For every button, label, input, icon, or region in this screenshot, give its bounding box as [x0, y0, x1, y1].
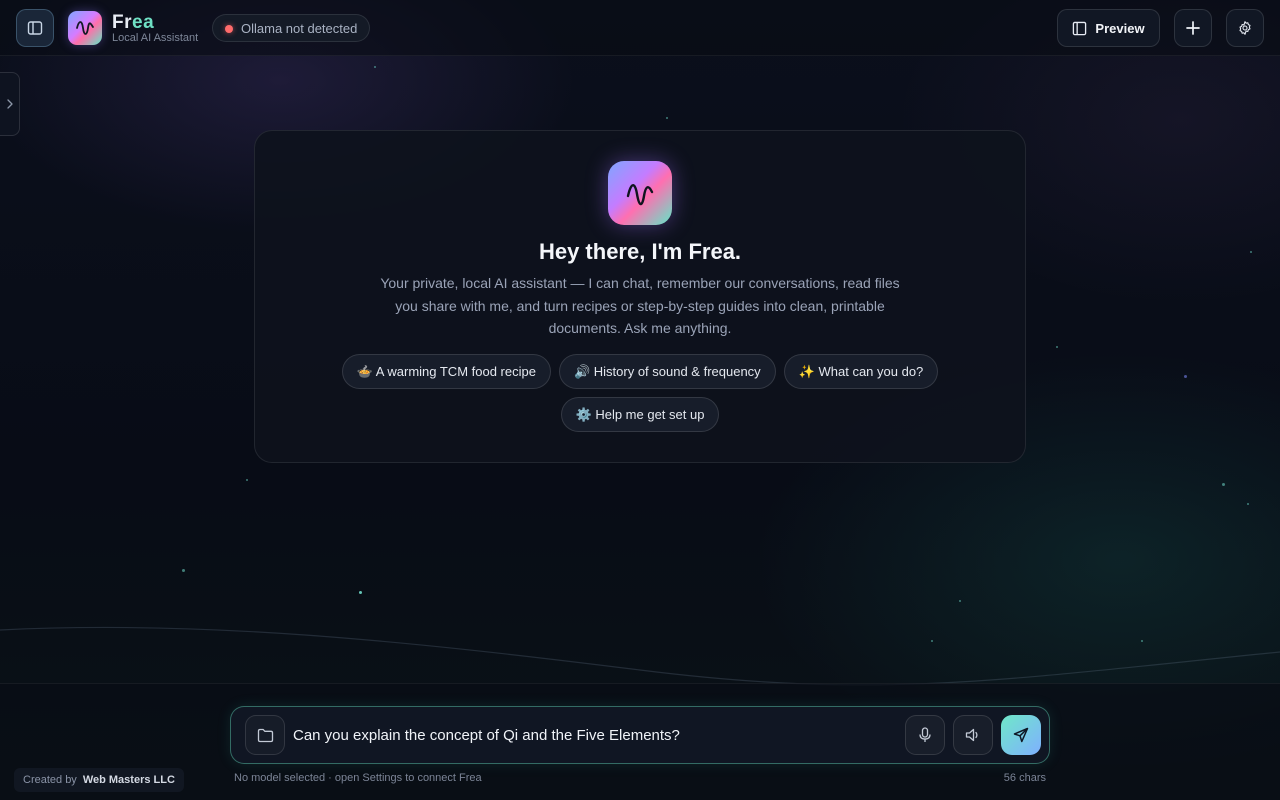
wave-logo-icon	[626, 184, 654, 206]
suggestion-chip-tcm-recipe[interactable]: 🍲 A warming TCM food recipe	[341, 354, 551, 389]
sidebar-toggle-button[interactable]	[16, 9, 54, 47]
suggestion-chip-setup[interactable]: ⚙️ Help me get set up	[560, 397, 720, 432]
expand-panel-tab[interactable]	[0, 72, 20, 136]
star-dot	[374, 66, 376, 68]
preview-button[interactable]: Preview	[1057, 9, 1160, 47]
star-dot	[246, 479, 248, 481]
send-button[interactable]	[1001, 715, 1041, 755]
star-dot	[359, 591, 362, 594]
app-header: Frea Local AI Assistant Ollama not detec…	[0, 0, 1280, 56]
gear-icon	[1239, 21, 1251, 35]
brand-name: Frea	[112, 12, 155, 33]
read-aloud-button[interactable]	[953, 715, 993, 755]
message-composer	[230, 706, 1050, 764]
attach-file-button[interactable]	[245, 715, 285, 755]
plus-icon	[1186, 21, 1200, 35]
welcome-description: Your private, local AI assistant — I can…	[380, 275, 900, 336]
welcome-card: Hey there, I'm Frea. Your private, local…	[254, 130, 1026, 463]
star-dot	[1247, 503, 1249, 505]
ollama-status-badge: Ollama not detected	[212, 14, 371, 42]
star-dot	[1222, 483, 1225, 486]
chevron-right-icon	[6, 99, 13, 109]
star-dot	[1056, 346, 1058, 348]
model-hint: No model selected · open Settings to con…	[234, 772, 482, 784]
char-count: 56 chars	[1003, 772, 1046, 784]
suggestion-chip-capabilities[interactable]: ✨ What can you do?	[783, 354, 939, 389]
speaker-icon	[965, 728, 978, 742]
welcome-title: Hey there, I'm Frea.	[538, 239, 742, 264]
welcome-logo	[608, 161, 672, 225]
status-dot-icon	[225, 25, 233, 33]
star-dot	[666, 117, 668, 119]
folder-icon	[257, 728, 273, 742]
star-dot	[1184, 375, 1187, 378]
mic-icon	[919, 727, 931, 742]
panel-icon	[1073, 21, 1087, 35]
suggestion-row: 🍲 A warming TCM food recipe 🔊 History of…	[255, 354, 1025, 389]
credit-name[interactable]: Web Masters LLC	[83, 774, 175, 786]
credit-badge: Created by Web Masters LLC	[14, 768, 184, 792]
message-input[interactable]	[293, 717, 893, 753]
settings-button[interactable]	[1226, 9, 1264, 47]
app-logo	[68, 11, 102, 45]
new-chat-button[interactable]	[1174, 9, 1212, 47]
preview-label: Preview	[1095, 20, 1145, 36]
wave-logo-icon	[76, 21, 94, 35]
credit-prefix: Created by	[23, 774, 77, 786]
suggestion-chip-sound-history[interactable]: 🔊 History of sound & frequency	[558, 354, 776, 389]
star-dot	[1250, 251, 1252, 253]
send-icon	[1013, 727, 1029, 743]
star-dot	[182, 569, 185, 572]
voice-input-button[interactable]	[905, 715, 945, 755]
suggestion-row: ⚙️ Help me get set up	[255, 397, 1025, 432]
status-text: Ollama not detected	[241, 20, 358, 36]
sidebar-icon	[27, 21, 43, 35]
brand-subtitle: Local AI Assistant	[112, 32, 199, 44]
